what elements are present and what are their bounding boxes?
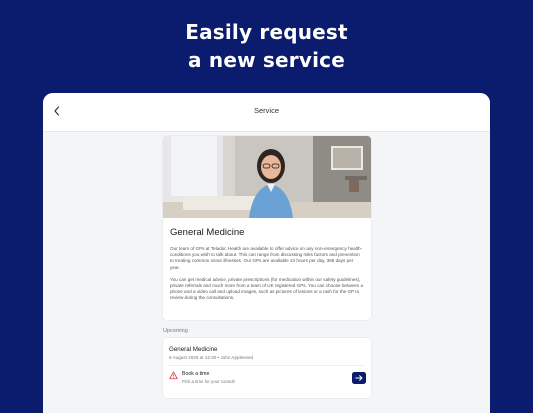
book-time-title: Book a time: [182, 371, 210, 377]
hero-photo: [163, 136, 371, 218]
divider: [169, 365, 365, 366]
appointment-meta: 8 August 2025 at 12:30 • John Appleseed: [169, 355, 254, 360]
service-title: General Medicine: [170, 227, 245, 238]
upcoming-heading: Upcoming: [163, 328, 188, 334]
promo-headline: Easily request a new service: [0, 18, 533, 74]
appointment-card: General Medicine 8 August 2025 at 12:30 …: [163, 338, 371, 398]
service-card: General Medicine Our team of GPs at Tela…: [163, 136, 371, 320]
top-bar: Service: [43, 93, 490, 132]
appointment-title: General Medicine: [169, 346, 218, 353]
arrow-right-icon: [355, 375, 363, 381]
service-description-1: Our team of GPs at Teladoc Health are av…: [170, 246, 363, 270]
warning-triangle-icon: [169, 371, 178, 380]
book-time-subtitle: Pick a time for your consult: [182, 379, 235, 384]
promo-line-2: a new service: [188, 48, 345, 72]
service-description-2: You can get medical advice, private pres…: [170, 276, 364, 301]
tablet-screen: Service General Medicine Our team of GPs…: [43, 93, 490, 413]
promo-line-1: Easily request: [185, 20, 348, 44]
book-time-button[interactable]: [352, 372, 366, 384]
page-title: Service: [253, 106, 279, 115]
